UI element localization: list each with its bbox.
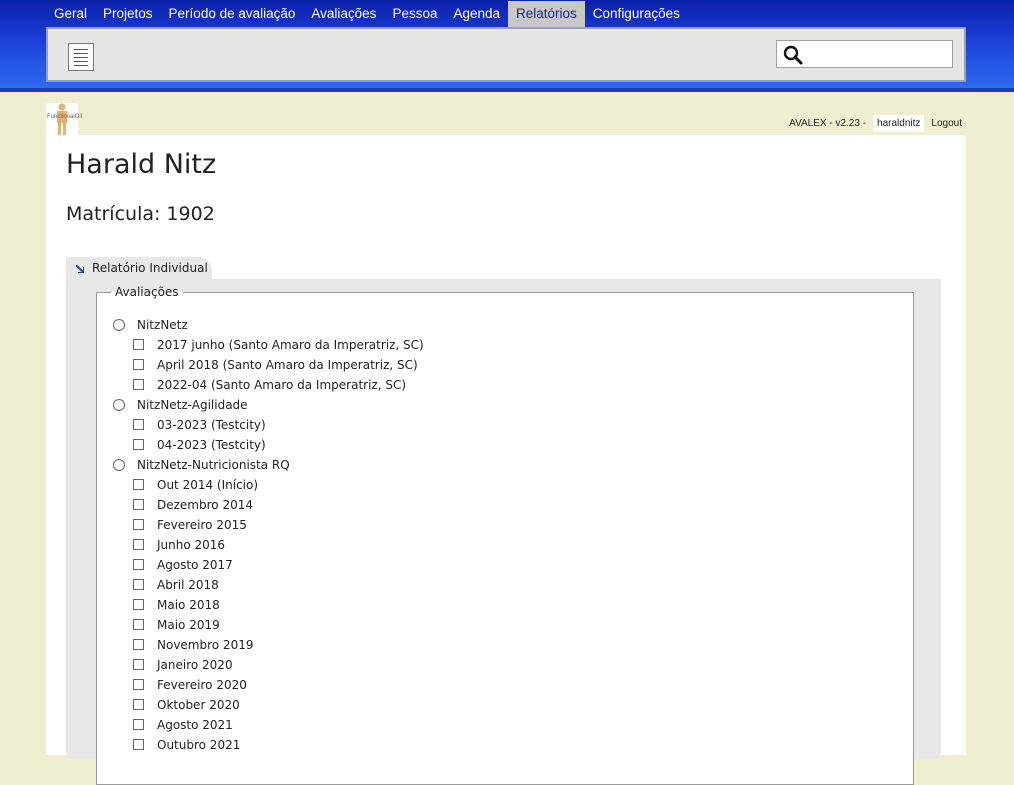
nav-item-6[interactable]: Relatórios [508,1,585,27]
evaluation-label: Maio 2019 [157,618,220,632]
evaluation-label: 03-2023 (Testcity) [157,418,266,432]
toolbar [46,27,966,82]
evaluation-label: Abril 2018 [157,578,219,592]
group-label: NitzNetz [137,318,188,332]
radio-button[interactable] [113,319,125,331]
app-version: AVALEX - v2.23 - [789,118,867,129]
checkbox[interactable] [133,539,144,550]
evaluation-label: Fevereiro 2015 [157,518,247,532]
nav-item-5[interactable]: Agenda [445,1,508,27]
checkbox[interactable] [133,659,144,670]
checkbox[interactable] [133,719,144,730]
username-link[interactable]: haraldnitz [873,115,925,132]
evaluation-label: Oktober 2020 [157,698,240,712]
logo-text: FunctionalOil [47,114,83,120]
radio-button[interactable] [113,399,125,411]
nav-item-0[interactable]: Geral [46,1,95,27]
checkbox[interactable] [133,599,144,610]
evaluation-label: 2022-04 (Santo Amaro da Imperatriz, SC) [157,378,407,392]
evaluation-label: April 2018 (Santo Amaro da Imperatriz, S… [157,358,418,372]
search-icon [783,45,803,65]
evaluation-label: Fevereiro 2020 [157,678,247,692]
group-label: NitzNetz-Nutricionista RQ [137,458,290,472]
checkbox[interactable] [133,639,144,650]
nav-item-1[interactable]: Projetos [95,1,161,27]
nav-item-7[interactable]: Configurações [585,1,688,27]
evaluation-label: Dezembro 2014 [157,498,253,512]
tab-label: Relatório Individual [92,261,208,275]
tab-content: Avaliações NitzNetz 2017 junho (Santo Ama… [66,279,941,785]
main-menu: Geral Projetos Período de avaliação Avaliaç… [46,1,688,27]
report-document-icon[interactable] [68,43,94,71]
evaluation-label: Agosto 2021 [157,718,233,732]
fieldset-legend: Avaliações [115,285,179,299]
checkbox[interactable] [133,519,144,530]
nav-item-4[interactable]: Pessoa [384,1,445,27]
evaluation-label: Junho 2016 [157,538,226,552]
radio-button[interactable] [113,459,125,471]
page-title: Harald Nitz [66,149,217,180]
page-subtitle: Matrícula: 1902 [66,203,215,225]
checkbox[interactable] [133,419,144,430]
collapse-arrow-icon [76,265,84,273]
checkbox[interactable] [133,379,144,390]
nav-item-2[interactable]: Período de avaliação [161,1,304,27]
checkbox[interactable] [133,619,144,630]
checkbox[interactable] [133,479,144,490]
evaluation-label: 04-2023 (Testcity) [157,438,266,452]
checkbox[interactable] [133,359,144,370]
checkbox[interactable] [133,339,144,350]
logout-link[interactable]: Logout [927,115,966,132]
evaluation-label: Maio 2018 [157,598,220,612]
evaluation-label: Out 2014 (Início) [157,478,259,492]
evaluation-label: Outubro 2021 [157,738,241,752]
checkbox[interactable] [133,739,144,750]
search-input[interactable] [776,40,953,68]
evaluation-label: Agosto 2017 [157,558,233,572]
group-label: NitzNetz-Agilidade [137,398,248,412]
evaluation-label: 2017 junho (Santo Amaro da Imperatriz, S… [157,338,424,352]
avaliacoes-fieldset: Avaliações NitzNetz 2017 junho (Santo Ama… [96,285,914,785]
evaluation-label: Novembro 2019 [157,638,254,652]
checkbox[interactable] [133,439,144,450]
checkbox[interactable] [133,559,144,570]
evaluation-label: Janeiro 2020 [157,658,233,672]
checkbox[interactable] [133,699,144,710]
checkbox[interactable] [133,499,144,510]
company-logo: FunctionalOil [46,103,82,135]
tab-relatorio-individual[interactable]: Relatório Individual [66,257,212,279]
content-panel: Harald Nitz Matrícula: 1902 Relatório In… [46,135,966,785]
top-navigation: Geral Projetos Período de avaliação Avaliaç… [0,0,1014,92]
nav-item-3[interactable]: Avaliações [303,1,384,27]
user-bar: AVALEX - v2.23 - haraldnitz Logout [785,115,966,132]
checkbox[interactable] [133,679,144,690]
checkbox[interactable] [133,579,144,590]
